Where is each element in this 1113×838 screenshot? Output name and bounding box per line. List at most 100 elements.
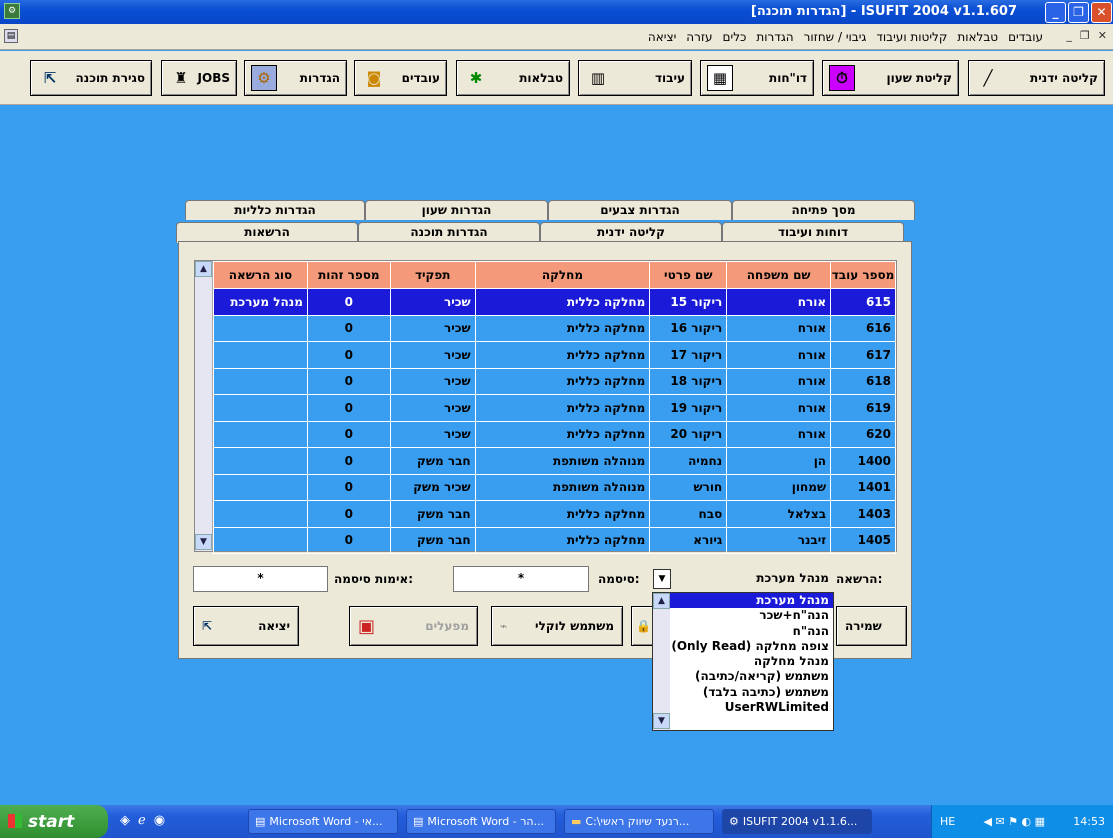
option-dept-manager[interactable]: מנהל מחלקה	[670, 654, 833, 669]
tab-opening-screen[interactable]: מסך פתיחה	[732, 200, 915, 220]
table-row[interactable]: 620 אורח ריקור 20 מחלקה כללית שכיר 0	[213, 420, 896, 448]
task-word-2[interactable]: ▤ Microsoft Word - הר...	[406, 809, 556, 834]
chevron-down-icon[interactable]: ▼	[653, 569, 671, 589]
table-cell[interactable]: 0	[306, 341, 391, 369]
table-cell[interactable]	[213, 473, 308, 501]
table-cell[interactable]: 0	[306, 394, 391, 422]
table-cell[interactable]: זיבנר	[726, 526, 832, 554]
table-cell[interactable]: אורח	[726, 420, 832, 448]
task-word-1[interactable]: ▤ Microsoft Word - אי...	[248, 809, 398, 834]
menu-processing[interactable]: קליטות ועיבוד	[876, 30, 947, 44]
table-cell[interactable]	[213, 500, 308, 528]
table-cell[interactable]	[213, 526, 308, 554]
local-user-button[interactable]: ⌁ משתמש לוקלי	[491, 606, 623, 646]
table-cell[interactable]: 0	[306, 526, 391, 554]
media-icon[interactable]: ◉	[154, 813, 165, 828]
dropdown-scroll-up-icon[interactable]: ▲	[653, 593, 670, 609]
table-cell[interactable]: מחלקה כללית	[474, 314, 651, 342]
table-cell[interactable]: מחלקה כללית	[474, 367, 651, 395]
table-cell[interactable]: 1405	[830, 526, 896, 554]
confirm-password-field[interactable]: *	[193, 566, 328, 592]
tables-button[interactable]: ✱ טבלאות	[456, 60, 570, 96]
exit-button[interactable]: ⇱ יציאה	[193, 606, 299, 646]
table-cell[interactable]: בצלאל	[726, 500, 832, 528]
table-cell[interactable]: שכיר	[389, 394, 476, 422]
mdi-close-icon[interactable]: ✕	[1098, 29, 1107, 42]
table-cell[interactable]: הן	[726, 447, 832, 475]
table-cell[interactable]: מחלקה כללית	[474, 526, 651, 554]
table-cell[interactable]: ריקור 20	[649, 420, 728, 448]
tab-general-settings[interactable]: הגדרות כלליות	[185, 200, 365, 220]
table-cell[interactable]: חבר משק	[389, 526, 476, 554]
table-row[interactable]: 1400 הן נחמיה מנוהלה משותפת חבר משק 0	[213, 447, 896, 475]
tab-program-settings[interactable]: הגדרות תוכנה	[358, 222, 540, 242]
table-row[interactable]: 1403 בצלאל סבח מחלקה כללית חבר משק 0	[213, 500, 896, 528]
scroll-down-icon[interactable]: ▼	[195, 534, 212, 550]
table-cell[interactable]: מחלקה כללית	[474, 500, 651, 528]
table-cell[interactable]: שמחון	[726, 473, 832, 501]
table-cell[interactable]: מחלקה כללית	[474, 420, 651, 448]
col-role[interactable]: תפקיד	[389, 261, 476, 289]
task-folder[interactable]: ▬ C:\רנעד שיווק ראשי...	[564, 809, 714, 834]
table-cell[interactable]: 0	[306, 367, 391, 395]
table-cell[interactable]	[213, 314, 308, 342]
option-accounting-payroll[interactable]: הנה"ח+שכר	[670, 608, 833, 623]
table-cell[interactable]	[213, 420, 308, 448]
language-indicator[interactable]: HE	[940, 815, 955, 828]
desktop-icon[interactable]: ◈	[120, 813, 130, 828]
option-user-write[interactable]: משתמש (כתיבה בלבד)	[670, 685, 833, 700]
table-row[interactable]: 616 אורח ריקור 16 מחלקה כללית שכיר 0	[213, 314, 896, 342]
menu-workers[interactable]: עובדים	[1008, 30, 1043, 44]
table-cell[interactable]: ריקור 18	[649, 367, 728, 395]
table-cell[interactable]: אורח	[726, 394, 832, 422]
permission-combo[interactable]: ▼ מנהל מערכת	[652, 566, 834, 590]
col-permission-type[interactable]: סוג הרשאה	[213, 261, 308, 289]
table-cell[interactable]: 0	[306, 500, 391, 528]
table-cell[interactable]	[213, 367, 308, 395]
table-cell[interactable]: 616	[830, 314, 896, 342]
tab-permissions[interactable]: הרשאות	[176, 222, 358, 243]
scroll-up-icon[interactable]: ▲	[195, 261, 212, 277]
option-user-rw-limited[interactable]: UserRWLimited	[670, 700, 833, 715]
table-cell[interactable]: אורח	[726, 314, 832, 342]
grid-scrollbar[interactable]: ▲ ▼	[195, 261, 213, 551]
table-cell[interactable]: מחלקה כללית	[474, 394, 651, 422]
option-dept-viewer[interactable]: (Only Read) צופה מחלקה	[670, 639, 833, 654]
table-cell[interactable]: 1403	[830, 500, 896, 528]
menu-tables[interactable]: טבלאות	[957, 30, 998, 44]
reports-button[interactable]: ▦ דו"חות	[700, 60, 814, 96]
ie-icon[interactable]: ℯ	[138, 813, 146, 828]
start-button[interactable]: start	[0, 805, 108, 838]
option-user-rw[interactable]: משתמש (קריאה/כתיבה)	[670, 669, 833, 684]
table-cell[interactable]: מנוהלה משותפת	[474, 473, 651, 501]
table-row[interactable]: 1405 זיבנר גיורא מחלקה כללית חבר משק 0	[213, 526, 896, 554]
table-cell[interactable]: 1400	[830, 447, 896, 475]
table-cell[interactable]: מנהל מערכת	[213, 288, 308, 316]
close-button[interactable]: ✕	[1091, 2, 1112, 23]
tab-reports-processing[interactable]: דוחות ועיבוד	[722, 222, 904, 242]
table-cell[interactable]: ריקור 17	[649, 341, 728, 369]
table-cell[interactable]: מחלקה כללית	[474, 341, 651, 369]
workers-button[interactable]: ◙ עובדים	[354, 60, 447, 96]
table-cell[interactable]: נחמיה	[649, 447, 728, 475]
table-cell[interactable]	[213, 447, 308, 475]
table-cell[interactable]: חורש	[649, 473, 728, 501]
table-cell[interactable]: שכיר	[389, 341, 476, 369]
tab-clock-settings[interactable]: הגדרות שעון	[365, 200, 548, 220]
table-cell[interactable]: שכיר	[389, 288, 476, 316]
manual-entry-button[interactable]: ╱ קליטה ידנית	[968, 60, 1105, 96]
table-cell[interactable]: סבח	[649, 500, 728, 528]
table-cell[interactable]: 0	[306, 473, 391, 501]
table-cell[interactable]: 0	[306, 288, 391, 316]
tab-manual-entry[interactable]: קליטה ידנית	[540, 222, 722, 242]
dropdown-scrollbar[interactable]: ▲ ▼	[653, 593, 670, 730]
table-cell[interactable]: חבר משק	[389, 500, 476, 528]
table-cell[interactable]: מחלקה כללית	[474, 288, 651, 316]
col-id-number[interactable]: מספר זהות	[306, 261, 391, 289]
option-accounting[interactable]: הנה"ח	[670, 624, 833, 639]
maximize-button[interactable]: ❐	[1068, 2, 1089, 23]
password-field[interactable]: *	[453, 566, 589, 592]
table-cell[interactable]: מנוהלה משותפת	[474, 447, 651, 475]
table-cell[interactable]: 0	[306, 447, 391, 475]
table-row[interactable]: 615 אורח ריקור 15 מחלקה כללית שכיר 0 מנהל מערכ…	[213, 288, 896, 316]
